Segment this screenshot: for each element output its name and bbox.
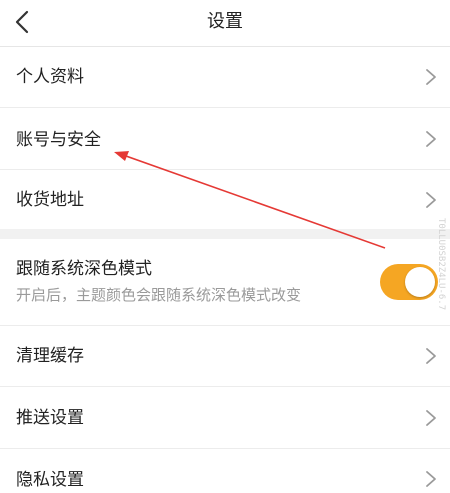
row-label: 隐私设置 [16, 470, 84, 490]
chevron-right-icon [426, 192, 436, 208]
chevron-right-icon [426, 69, 436, 85]
row-label: 账号与安全 [16, 130, 101, 150]
dark-mode-toggle[interactable] [380, 264, 438, 300]
settings-row-address[interactable]: 收货地址 [0, 170, 450, 229]
row-label: 个人资料 [16, 67, 84, 87]
page-title: 设置 [207, 11, 243, 32]
dark-mode-description: 开启后，主题颜色会跟随系统深色模式改变 [16, 286, 302, 304]
settings-row-clear-cache[interactable]: 清理缓存 [0, 326, 450, 386]
chevron-right-icon [426, 131, 436, 147]
top-bar: 设置 [0, 0, 450, 47]
toggle-knob [405, 267, 435, 297]
row-label: 推送设置 [16, 408, 84, 428]
chevron-right-icon [426, 348, 436, 364]
dark-mode-label: 跟随系统深色模式 [16, 259, 152, 279]
settings-row-privacy[interactable]: 隐私设置 [0, 449, 450, 493]
settings-row-profile[interactable]: 个人资料 [0, 47, 450, 107]
settings-row-push[interactable]: 推送设置 [0, 387, 450, 448]
settings-row-account-security[interactable]: 账号与安全 [0, 108, 450, 169]
chevron-right-icon [426, 410, 436, 426]
row-label: 清理缓存 [16, 346, 84, 366]
watermark-text: T0LLU0SB2Z4LU-6.7 [436, 218, 446, 311]
chevron-right-icon [426, 471, 436, 487]
section-gap [0, 229, 450, 239]
row-label: 收货地址 [16, 190, 84, 210]
